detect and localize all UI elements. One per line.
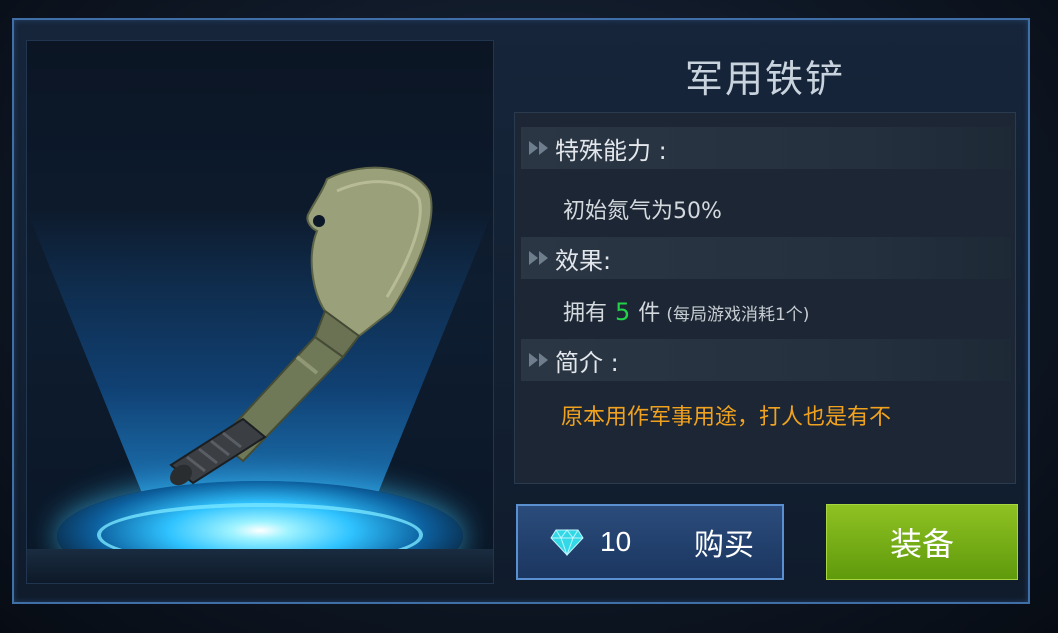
section-label: 简介 :: [555, 348, 619, 377]
pedestal-base: [27, 549, 493, 583]
price-value: 10: [600, 526, 632, 557]
equip-label: 装备: [889, 525, 954, 563]
buy-button[interactable]: 10 购买: [516, 504, 784, 580]
diamond-icon: [550, 529, 584, 556]
owned-count: 5: [615, 298, 631, 326]
double-arrow-icon: [529, 251, 549, 265]
owned-note: (每局游戏消耗1个): [666, 305, 810, 325]
buy-label: 购买: [694, 528, 754, 563]
owned-prefix: 拥有: [563, 301, 608, 326]
double-arrow-icon: [529, 141, 549, 155]
item-info-panel: 特殊能力 : 初始氮气为50% 效果: 拥有 5 件 (每局游戏消耗1个) 简介 : …: [514, 112, 1016, 484]
item-showcase: [26, 40, 494, 584]
section-header-effect: 效果:: [521, 237, 1011, 279]
intro-text: 原本用作军事用途，打人也是有不: [561, 405, 892, 430]
shovel-icon: [169, 166, 433, 486]
equip-button[interactable]: 装备: [826, 504, 1018, 580]
special-ability-text: 初始氮气为50%: [563, 199, 722, 224]
section-header-special-ability: 特殊能力 :: [521, 127, 1011, 169]
section-label: 特殊能力 :: [555, 136, 667, 165]
item-title: 军用铁铲: [684, 57, 845, 101]
section-label: 效果:: [555, 246, 612, 275]
owned-unit: 件: [638, 301, 661, 326]
double-arrow-icon: [529, 353, 549, 367]
effect-text: 拥有 5 件 (每局游戏消耗1个): [563, 295, 809, 327]
section-header-intro: 简介 :: [521, 339, 1011, 381]
